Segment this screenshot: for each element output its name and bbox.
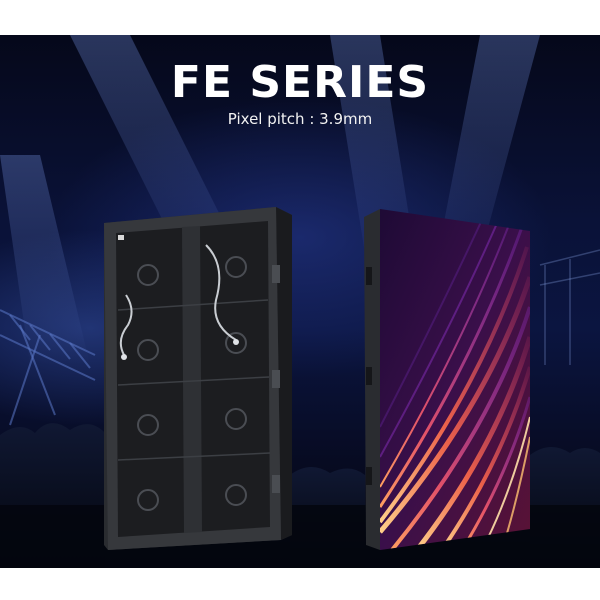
pixel-pitch-label: Pixel pitch : 3.9mm	[227, 110, 373, 128]
led-cabinet-display-icon	[364, 209, 530, 550]
stage-lights-right	[539, 249, 600, 365]
series-title: FE SERIES	[170, 57, 430, 108]
product-banner: FE SERIES Pixel pitch : 3.9mm	[0, 35, 600, 568]
led-cabinet-rear-icon	[104, 207, 292, 550]
light-beam	[0, 155, 90, 365]
